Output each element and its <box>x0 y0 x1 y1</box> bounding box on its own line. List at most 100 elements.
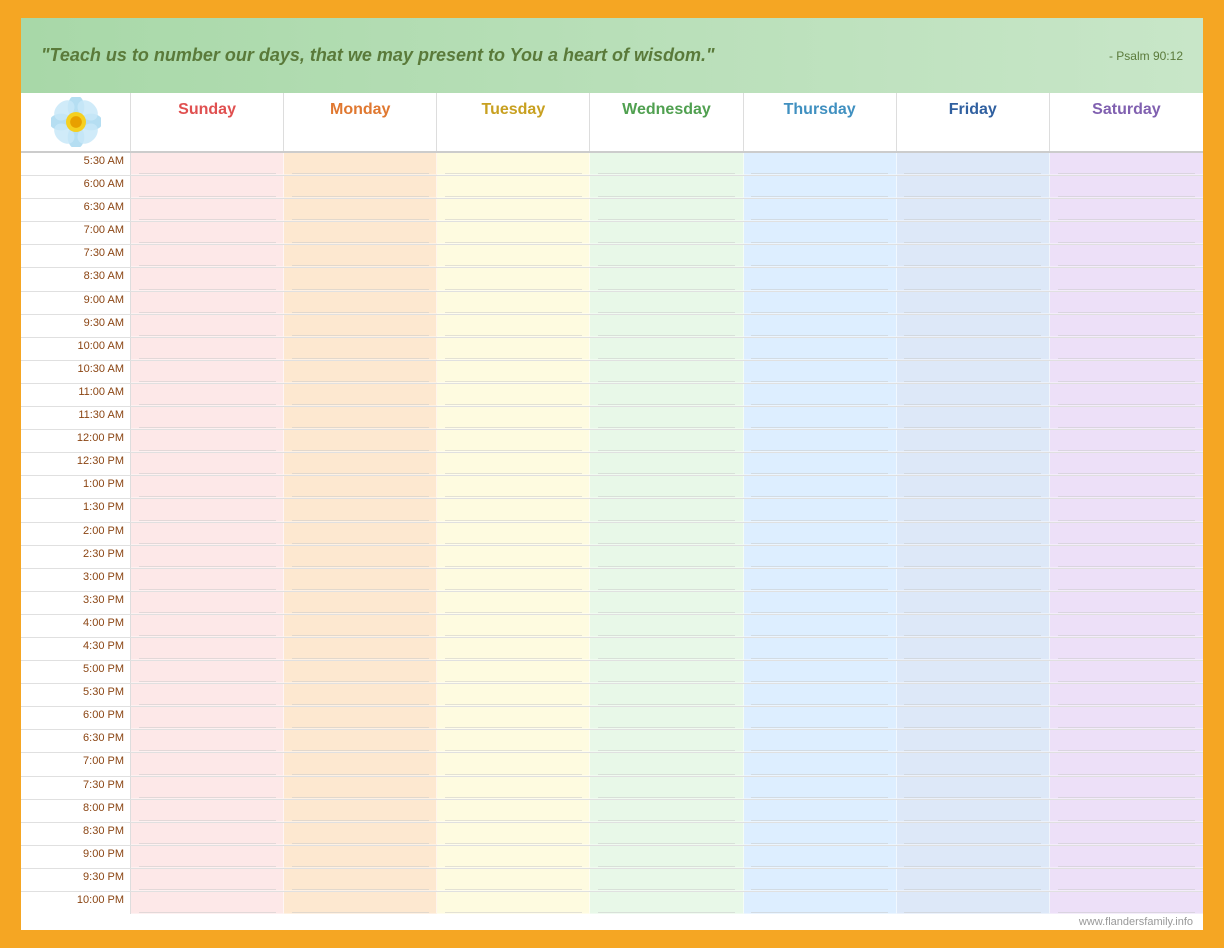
schedule-cell[interactable] <box>437 707 590 729</box>
schedule-cell[interactable] <box>284 592 437 614</box>
schedule-cell[interactable] <box>897 176 1050 198</box>
schedule-cell[interactable] <box>284 846 437 868</box>
schedule-cell[interactable] <box>437 684 590 706</box>
schedule-cell[interactable] <box>590 638 743 660</box>
schedule-cell[interactable] <box>437 315 590 337</box>
schedule-cell[interactable] <box>590 615 743 637</box>
schedule-cell[interactable] <box>131 292 284 314</box>
schedule-cell[interactable] <box>590 869 743 891</box>
schedule-cell[interactable] <box>284 476 437 498</box>
schedule-cell[interactable] <box>437 661 590 683</box>
schedule-cell[interactable] <box>284 361 437 383</box>
schedule-cell[interactable] <box>744 453 897 475</box>
schedule-cell[interactable] <box>437 499 590 521</box>
schedule-cell[interactable] <box>437 153 590 175</box>
schedule-cell[interactable] <box>131 661 284 683</box>
schedule-cell[interactable] <box>437 338 590 360</box>
schedule-cell[interactable] <box>1050 892 1203 914</box>
schedule-cell[interactable] <box>284 245 437 267</box>
schedule-cell[interactable] <box>284 199 437 221</box>
schedule-cell[interactable] <box>1050 753 1203 775</box>
schedule-cell[interactable] <box>897 315 1050 337</box>
schedule-cell[interactable] <box>437 823 590 845</box>
schedule-cell[interactable] <box>897 846 1050 868</box>
schedule-cell[interactable] <box>1050 569 1203 591</box>
schedule-cell[interactable] <box>437 638 590 660</box>
schedule-cell[interactable] <box>131 892 284 914</box>
schedule-cell[interactable] <box>131 453 284 475</box>
schedule-cell[interactable] <box>284 800 437 822</box>
schedule-cell[interactable] <box>131 638 284 660</box>
schedule-cell[interactable] <box>897 338 1050 360</box>
schedule-cell[interactable] <box>744 430 897 452</box>
schedule-cell[interactable] <box>590 153 743 175</box>
schedule-cell[interactable] <box>897 753 1050 775</box>
schedule-cell[interactable] <box>284 823 437 845</box>
schedule-cell[interactable] <box>131 846 284 868</box>
schedule-cell[interactable] <box>1050 153 1203 175</box>
schedule-cell[interactable] <box>590 315 743 337</box>
schedule-cell[interactable] <box>437 892 590 914</box>
schedule-cell[interactable] <box>131 869 284 891</box>
schedule-cell[interactable] <box>897 684 1050 706</box>
schedule-cell[interactable] <box>131 730 284 752</box>
schedule-cell[interactable] <box>590 361 743 383</box>
schedule-cell[interactable] <box>744 222 897 244</box>
schedule-cell[interactable] <box>744 592 897 614</box>
schedule-cell[interactable] <box>131 684 284 706</box>
schedule-cell[interactable] <box>1050 361 1203 383</box>
schedule-cell[interactable] <box>1050 315 1203 337</box>
schedule-cell[interactable] <box>744 684 897 706</box>
schedule-cell[interactable] <box>1050 846 1203 868</box>
schedule-cell[interactable] <box>744 661 897 683</box>
schedule-cell[interactable] <box>897 823 1050 845</box>
schedule-cell[interactable] <box>284 499 437 521</box>
schedule-cell[interactable] <box>744 846 897 868</box>
schedule-cell[interactable] <box>1050 615 1203 637</box>
schedule-cell[interactable] <box>284 384 437 406</box>
schedule-cell[interactable] <box>131 361 284 383</box>
schedule-cell[interactable] <box>284 684 437 706</box>
schedule-cell[interactable] <box>131 245 284 267</box>
schedule-cell[interactable] <box>590 176 743 198</box>
schedule-cell[interactable] <box>1050 777 1203 799</box>
schedule-cell[interactable] <box>897 869 1050 891</box>
schedule-cell[interactable] <box>897 707 1050 729</box>
schedule-cell[interactable] <box>590 199 743 221</box>
schedule-cell[interactable] <box>131 615 284 637</box>
schedule-cell[interactable] <box>437 523 590 545</box>
schedule-cell[interactable] <box>1050 661 1203 683</box>
schedule-cell[interactable] <box>284 753 437 775</box>
schedule-cell[interactable] <box>1050 523 1203 545</box>
schedule-cell[interactable] <box>590 268 743 290</box>
schedule-cell[interactable] <box>284 730 437 752</box>
schedule-cell[interactable] <box>1050 730 1203 752</box>
schedule-cell[interactable] <box>131 407 284 429</box>
schedule-cell[interactable] <box>131 476 284 498</box>
schedule-cell[interactable] <box>284 638 437 660</box>
schedule-cell[interactable] <box>744 153 897 175</box>
schedule-cell[interactable] <box>590 777 743 799</box>
schedule-cell[interactable] <box>897 407 1050 429</box>
schedule-cell[interactable] <box>284 407 437 429</box>
schedule-cell[interactable] <box>744 869 897 891</box>
schedule-cell[interactable] <box>744 638 897 660</box>
schedule-cell[interactable] <box>1050 707 1203 729</box>
schedule-cell[interactable] <box>284 523 437 545</box>
schedule-cell[interactable] <box>1050 800 1203 822</box>
schedule-cell[interactable] <box>131 176 284 198</box>
schedule-cell[interactable] <box>744 199 897 221</box>
schedule-cell[interactable] <box>1050 869 1203 891</box>
schedule-cell[interactable] <box>284 569 437 591</box>
schedule-cell[interactable] <box>1050 453 1203 475</box>
schedule-cell[interactable] <box>131 384 284 406</box>
schedule-cell[interactable] <box>284 869 437 891</box>
schedule-cell[interactable] <box>284 892 437 914</box>
schedule-cell[interactable] <box>897 892 1050 914</box>
schedule-cell[interactable] <box>897 523 1050 545</box>
schedule-cell[interactable] <box>744 245 897 267</box>
schedule-cell[interactable] <box>284 661 437 683</box>
schedule-cell[interactable] <box>590 823 743 845</box>
schedule-cell[interactable] <box>590 430 743 452</box>
schedule-cell[interactable] <box>131 268 284 290</box>
